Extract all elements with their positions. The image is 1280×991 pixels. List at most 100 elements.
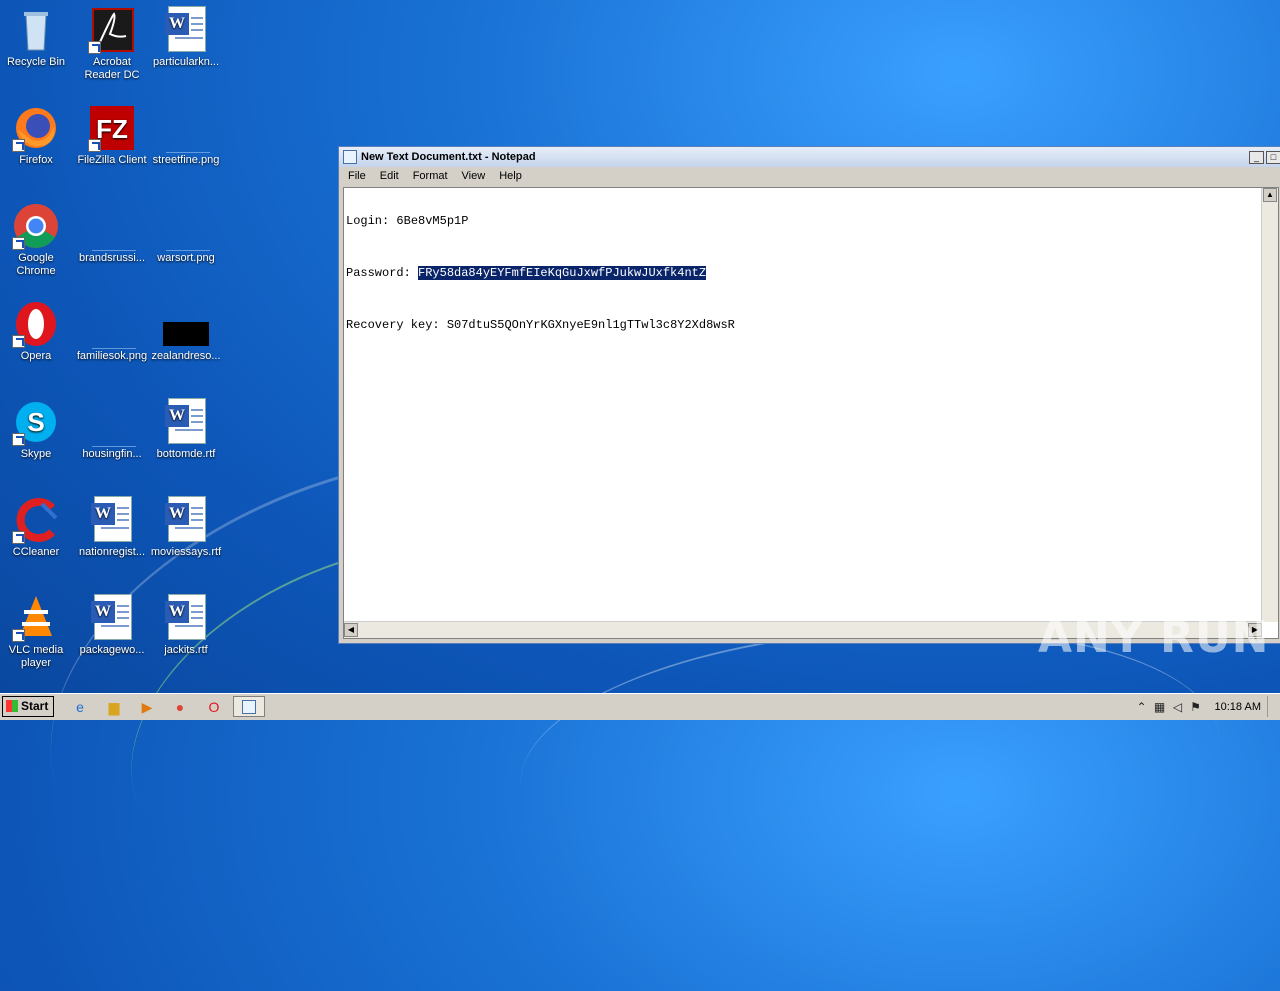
desktop-icon-label: brandsrussi... (78, 252, 146, 264)
svg-text:S: S (27, 407, 44, 437)
menu-format[interactable]: Format (406, 170, 455, 182)
desktop-icon-label: Recycle Bin (6, 56, 66, 68)
desktop-icon-housingfin[interactable]: housingfin... (76, 398, 148, 461)
vertical-scrollbar[interactable]: ▲ (1261, 188, 1278, 622)
desktop-icon-warsort[interactable]: warsort.png (150, 202, 222, 265)
filezilla-icon: FZ (88, 104, 136, 152)
login-value: 6Be8vM5p1P (396, 214, 469, 228)
shortcut-arrow-icon (12, 237, 25, 250)
window-title: New Text Document.txt - Notepad (361, 151, 536, 163)
clock[interactable]: 10:18 AM (1215, 701, 1261, 713)
internet-explorer-icon[interactable]: e (70, 697, 90, 717)
acrobat-icon (88, 6, 136, 54)
desktop-icon-packagewo[interactable]: W packagewo... (76, 594, 148, 657)
vlc-icon (12, 594, 60, 642)
desktop-icon-label: packagewo... (79, 644, 145, 656)
image-file-icon (88, 202, 136, 251)
password-value-selected[interactable]: FRy58da84yEYFmfEIeKqGuJxwfPJukwJUxfk4ntZ (418, 266, 707, 280)
word-document-icon: W (88, 496, 136, 544)
notepad-taskbar-button[interactable] (233, 696, 265, 717)
show-hidden-icons-icon[interactable]: ⌃ (1133, 700, 1151, 714)
menu-bar: File Edit Format View Help (339, 167, 1280, 185)
image-file-icon (88, 300, 136, 349)
opera-icon (12, 300, 60, 348)
network-icon[interactable]: ▦ (1151, 700, 1169, 714)
shortcut-arrow-icon (12, 139, 25, 152)
scroll-left-button[interactable]: ◀ (344, 623, 358, 637)
shortcut-arrow-icon (88, 41, 101, 54)
recycle-bin-icon (12, 6, 60, 54)
desktop-icon-label: nationregist... (78, 546, 146, 558)
desktop-icon-brandsrussi[interactable]: brandsrussi... (76, 202, 148, 265)
desktop-icon-zealandreso[interactable]: zealandreso... (150, 300, 222, 363)
word-document-icon: W (162, 594, 210, 642)
start-button[interactable]: Start (2, 696, 54, 717)
desktop-icon-acrobat[interactable]: Acrobat Reader DC (76, 6, 148, 82)
action-center-flag-icon[interactable]: ⚑ (1187, 700, 1205, 714)
recovery-label: Recovery key: (346, 318, 447, 332)
desktop-icon-skype[interactable]: S Skype (0, 398, 72, 461)
word-document-icon: W (162, 6, 210, 54)
file-explorer-icon[interactable]: ▆ (104, 697, 124, 717)
notepad-titlebar[interactable]: New Text Document.txt - Notepad _ □ (339, 147, 1280, 167)
chrome-icon (12, 202, 60, 250)
desktop-icon-label: VLC media player (8, 644, 64, 669)
shortcut-arrow-icon (12, 531, 25, 544)
opera-taskbar-icon[interactable]: O (204, 697, 224, 717)
chrome-taskbar-icon[interactable]: ● (170, 697, 190, 717)
shortcut-arrow-icon (12, 629, 25, 642)
desktop-icon-label: jackits.rtf (164, 644, 208, 656)
desktop-icon-filezilla[interactable]: FZ FileZilla Client (76, 104, 148, 167)
desktop-icon-moviessays[interactable]: W moviessays.rtf (150, 496, 222, 559)
desktop-icon-label: bottomde.rtf (156, 448, 216, 460)
system-tray: ⌃ ▦ ◁ ⚑ 10:18 AM (1102, 696, 1280, 717)
menu-view[interactable]: View (455, 170, 493, 182)
media-player-icon[interactable]: ▶ (137, 697, 157, 717)
taskbar: Start e ▆ ▶ ● O ⌃ ▦ ◁ ⚑ 10:18 AM (0, 693, 1280, 720)
desktop-icon-label: warsort.png (157, 252, 215, 264)
recovery-line: Recovery key: S07dtuS5QOnYrKGXnyeE9nl1gT… (346, 319, 1262, 345)
menu-file[interactable]: File (341, 170, 373, 182)
desktop-icon-label: Opera (20, 350, 52, 362)
text-area[interactable]: Login: 6Be8vM5p1P Password: FRy58da84yEY… (346, 188, 1262, 622)
desktop-icon-label: FileZilla Client (77, 154, 147, 166)
desktop-icon-label: Google Chrome (16, 252, 56, 277)
desktop-icon-ccleaner[interactable]: CCleaner (0, 496, 72, 559)
image-file-icon (162, 104, 210, 153)
desktop-icon-nationregist[interactable]: W nationregist... (76, 496, 148, 559)
desktop-icon-chrome[interactable]: Google Chrome (0, 202, 72, 278)
image-file-icon (162, 202, 210, 251)
desktop-icon-jackits[interactable]: W jackits.rtf (150, 594, 222, 657)
recovery-value: S07dtuS5QOnYrKGXnyeE9nl1gTTwl3c8Y2Xd8wsR (446, 318, 735, 332)
desktop-icon-label: CCleaner (12, 546, 60, 558)
word-document-icon: W (88, 594, 136, 642)
word-document-icon: W (162, 496, 210, 544)
notepad-app-icon[interactable] (343, 150, 357, 164)
desktop-icon-streetfine[interactable]: streetfine.png (150, 104, 222, 167)
scroll-up-button[interactable]: ▲ (1263, 188, 1277, 202)
desktop-icon-recycle-bin[interactable]: Recycle Bin (0, 6, 72, 69)
shortcut-arrow-icon (88, 139, 101, 152)
desktop-icon-particularkn[interactable]: W particularkn... (150, 6, 222, 69)
desktop-icon-label: housingfin... (82, 448, 142, 460)
desktop-icon-label: particularkn... (152, 56, 220, 68)
desktop-icon-bottomde[interactable]: W bottomde.rtf (150, 398, 222, 461)
desktop-icon-familiesok[interactable]: familiesok.png (76, 300, 148, 363)
desktop-icon-vlc[interactable]: VLC media player (0, 594, 72, 670)
menu-help[interactable]: Help (492, 170, 529, 182)
desktop-icon-label: Firefox (19, 154, 53, 166)
show-desktop-button[interactable] (1267, 696, 1280, 717)
desktop-icon-firefox[interactable]: Firefox (0, 104, 72, 167)
anyrun-watermark: ANY RUN (1038, 612, 1270, 663)
desktop-icon-label: familiesok.png (76, 350, 148, 362)
desktop-icon-opera[interactable]: Opera (0, 300, 72, 363)
desktop-icon-label: Acrobat Reader DC (84, 56, 140, 81)
login-label: Login: (346, 214, 397, 228)
menu-edit[interactable]: Edit (373, 170, 406, 182)
word-document-icon: W (162, 398, 210, 446)
maximize-button[interactable]: □ (1266, 150, 1280, 164)
text-editor[interactable]: Login: 6Be8vM5p1P Password: FRy58da84yEY… (343, 187, 1279, 639)
minimize-button[interactable]: _ (1249, 150, 1264, 164)
volume-icon[interactable]: ◁ (1169, 700, 1187, 714)
image-file-icon (88, 398, 136, 447)
